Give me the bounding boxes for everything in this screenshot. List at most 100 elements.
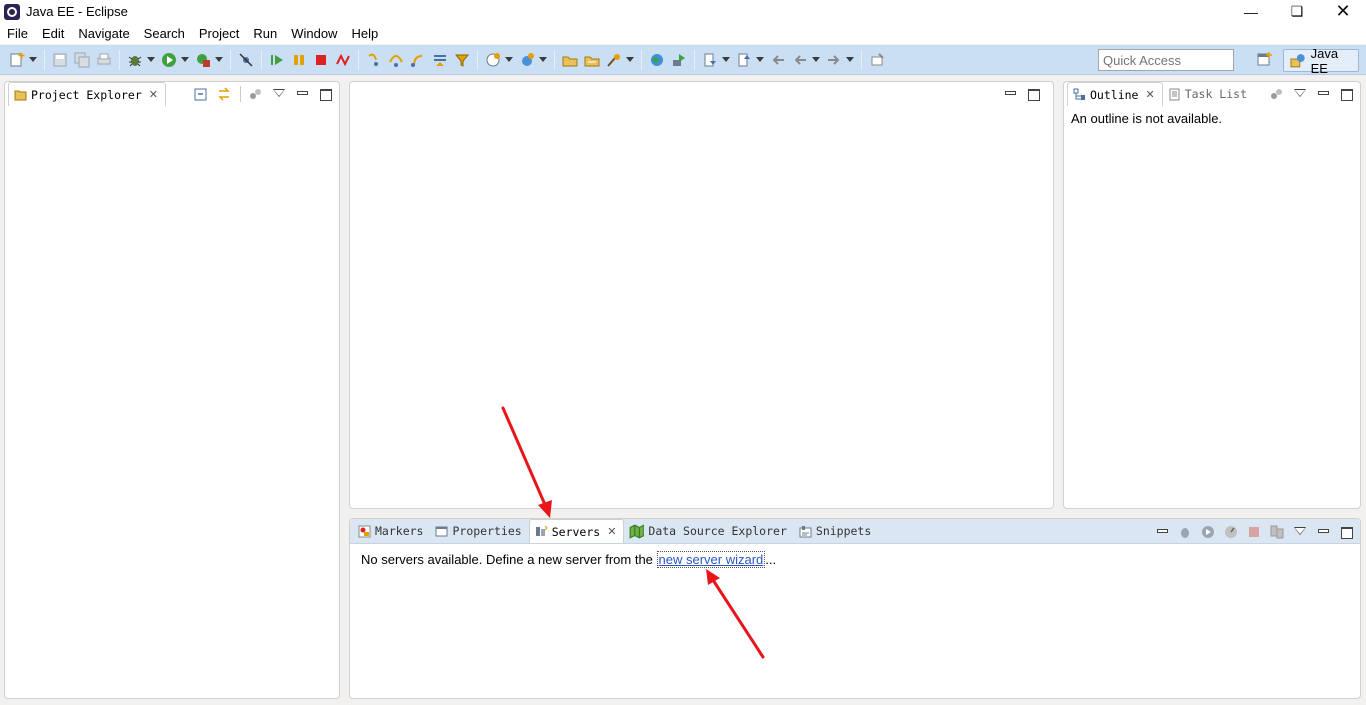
external-tools-icon[interactable] [195, 52, 211, 68]
previous-annotation-dropdown-icon[interactable] [756, 57, 764, 62]
tab-outline[interactable]: Outline ✕ [1067, 82, 1163, 106]
debug-dropdown-icon[interactable] [147, 57, 155, 62]
menu-navigate[interactable]: Navigate [71, 26, 136, 41]
run-icon[interactable] [161, 52, 177, 68]
task-list-icon [1169, 88, 1180, 100]
drop-to-frame-icon[interactable] [432, 52, 448, 68]
disconnect-icon[interactable] [335, 52, 351, 68]
search-dropdown-icon[interactable] [626, 57, 634, 62]
collapse-all-icon[interactable] [193, 86, 209, 102]
use-step-filters-icon[interactable] [454, 52, 470, 68]
quick-access-input[interactable] [1098, 49, 1234, 71]
tab-markers[interactable]: Markers [353, 519, 430, 543]
maximize-icon[interactable] [1338, 86, 1354, 102]
external-tools-dropdown-icon[interactable] [215, 57, 223, 62]
view-toolbar-separator [240, 86, 241, 102]
tab-servers[interactable]: Servers ✕ [528, 519, 625, 543]
maximize-icon[interactable] [317, 86, 333, 102]
tab-project-explorer[interactable]: Project Explorer ✕ [8, 82, 166, 106]
start-server-icon[interactable] [1200, 524, 1216, 540]
toolbar-separator [694, 49, 695, 70]
print-icon[interactable] [96, 52, 112, 68]
menu-run[interactable]: Run [246, 26, 284, 41]
minimize-icon[interactable] [1002, 86, 1018, 102]
view-menu-icon[interactable] [1292, 524, 1308, 540]
tab-data-source-explorer[interactable]: Data Source Explorer [624, 519, 793, 543]
data-source-explorer-icon [629, 524, 645, 539]
close-tab-icon[interactable]: ✕ [1145, 88, 1154, 101]
debug-server-icon[interactable] [1177, 524, 1193, 540]
maximize-icon[interactable] [1338, 524, 1354, 540]
view-menu-icon[interactable] [271, 86, 287, 102]
close-tab-icon[interactable]: ✕ [149, 88, 158, 101]
close-tab-icon[interactable]: ✕ [607, 525, 616, 538]
stop-server-icon[interactable] [1246, 524, 1262, 540]
tab-task-list[interactable]: Task List [1163, 82, 1254, 106]
profile-server-icon[interactable] [1223, 524, 1239, 540]
open-task-icon[interactable] [584, 52, 600, 68]
step-over-icon[interactable] [388, 52, 404, 68]
next-annotation-dropdown-icon[interactable] [722, 57, 730, 62]
maximize-icon[interactable] [1025, 86, 1041, 102]
previous-annotation-icon[interactable] [736, 52, 752, 68]
back-icon[interactable] [792, 52, 808, 68]
menu-bar: File Edit Navigate Search Project Run Wi… [0, 23, 1366, 44]
menu-window[interactable]: Window [284, 26, 344, 41]
title-bar: Java EE - Eclipse — ❏ ✕ [0, 0, 1366, 23]
editor-area [349, 81, 1054, 509]
new-web-service-dropdown-icon[interactable] [539, 57, 547, 62]
new-server-icon[interactable] [485, 52, 501, 68]
minimize-icon[interactable] [1315, 86, 1331, 102]
open-perspective-icon[interactable] [1256, 50, 1274, 68]
pin-editor-icon[interactable] [869, 52, 885, 68]
step-return-icon[interactable] [410, 52, 426, 68]
menu-search[interactable]: Search [137, 26, 192, 41]
tab-label: Markers [375, 524, 424, 538]
search-icon[interactable] [606, 52, 622, 68]
skip-breakpoints-icon[interactable] [238, 52, 254, 68]
minimize-icon[interactable] [294, 86, 310, 102]
debug-icon[interactable] [127, 52, 143, 68]
outline-panel: Outline ✕ Task List An outline is not av… [1063, 81, 1361, 509]
forward-dropdown-icon[interactable] [846, 57, 854, 62]
step-into-icon[interactable] [366, 52, 382, 68]
restore-window-button[interactable]: ❏ [1274, 0, 1320, 23]
toolbar-separator [230, 49, 231, 70]
collapse-all-icon[interactable] [1154, 524, 1170, 540]
minimize-icon[interactable] [1315, 524, 1331, 540]
back-dropdown-icon[interactable] [812, 57, 820, 62]
focus-on-workset-icon[interactable] [1269, 86, 1285, 102]
save-icon[interactable] [52, 52, 68, 68]
publish-server-icon[interactable] [1269, 524, 1285, 540]
next-annotation-icon[interactable] [702, 52, 718, 68]
new-icon[interactable] [9, 51, 25, 68]
view-menu-icon[interactable] [1292, 86, 1308, 102]
new-server-dropdown-icon[interactable] [505, 57, 513, 62]
new-web-service-icon[interactable] [519, 52, 535, 68]
java-ee-perspective-button[interactable]: Java EE [1283, 46, 1359, 76]
terminate-icon[interactable] [313, 52, 329, 68]
save-all-icon[interactable] [74, 52, 90, 68]
run-dropdown-icon[interactable] [181, 57, 189, 62]
web-browser-icon[interactable] [649, 52, 665, 68]
resume-icon[interactable] [269, 52, 285, 68]
close-window-button[interactable]: ✕ [1320, 0, 1366, 23]
tab-properties[interactable]: Properties [430, 519, 528, 543]
minimize-window-button[interactable]: — [1228, 0, 1274, 23]
menu-help[interactable]: Help [344, 26, 385, 41]
new-dropdown-icon[interactable] [29, 57, 37, 62]
outline-message: An outline is not available. [1071, 111, 1223, 126]
servers-message-text: No servers available. Define a new serve… [361, 552, 657, 567]
menu-project[interactable]: Project [192, 26, 246, 41]
menu-file[interactable]: File [0, 26, 35, 41]
new-server-wizard-link[interactable]: new server wizard [656, 551, 766, 568]
last-edit-icon[interactable] [770, 52, 786, 68]
link-with-editor-icon[interactable] [216, 86, 232, 102]
open-type-icon[interactable] [562, 52, 578, 68]
suspend-icon[interactable] [291, 52, 307, 68]
focus-on-workset-icon[interactable] [248, 86, 264, 102]
menu-edit[interactable]: Edit [35, 26, 71, 41]
deploy-icon[interactable] [671, 52, 687, 68]
tab-snippets[interactable]: Snippets [794, 519, 878, 543]
forward-icon[interactable] [826, 52, 842, 68]
